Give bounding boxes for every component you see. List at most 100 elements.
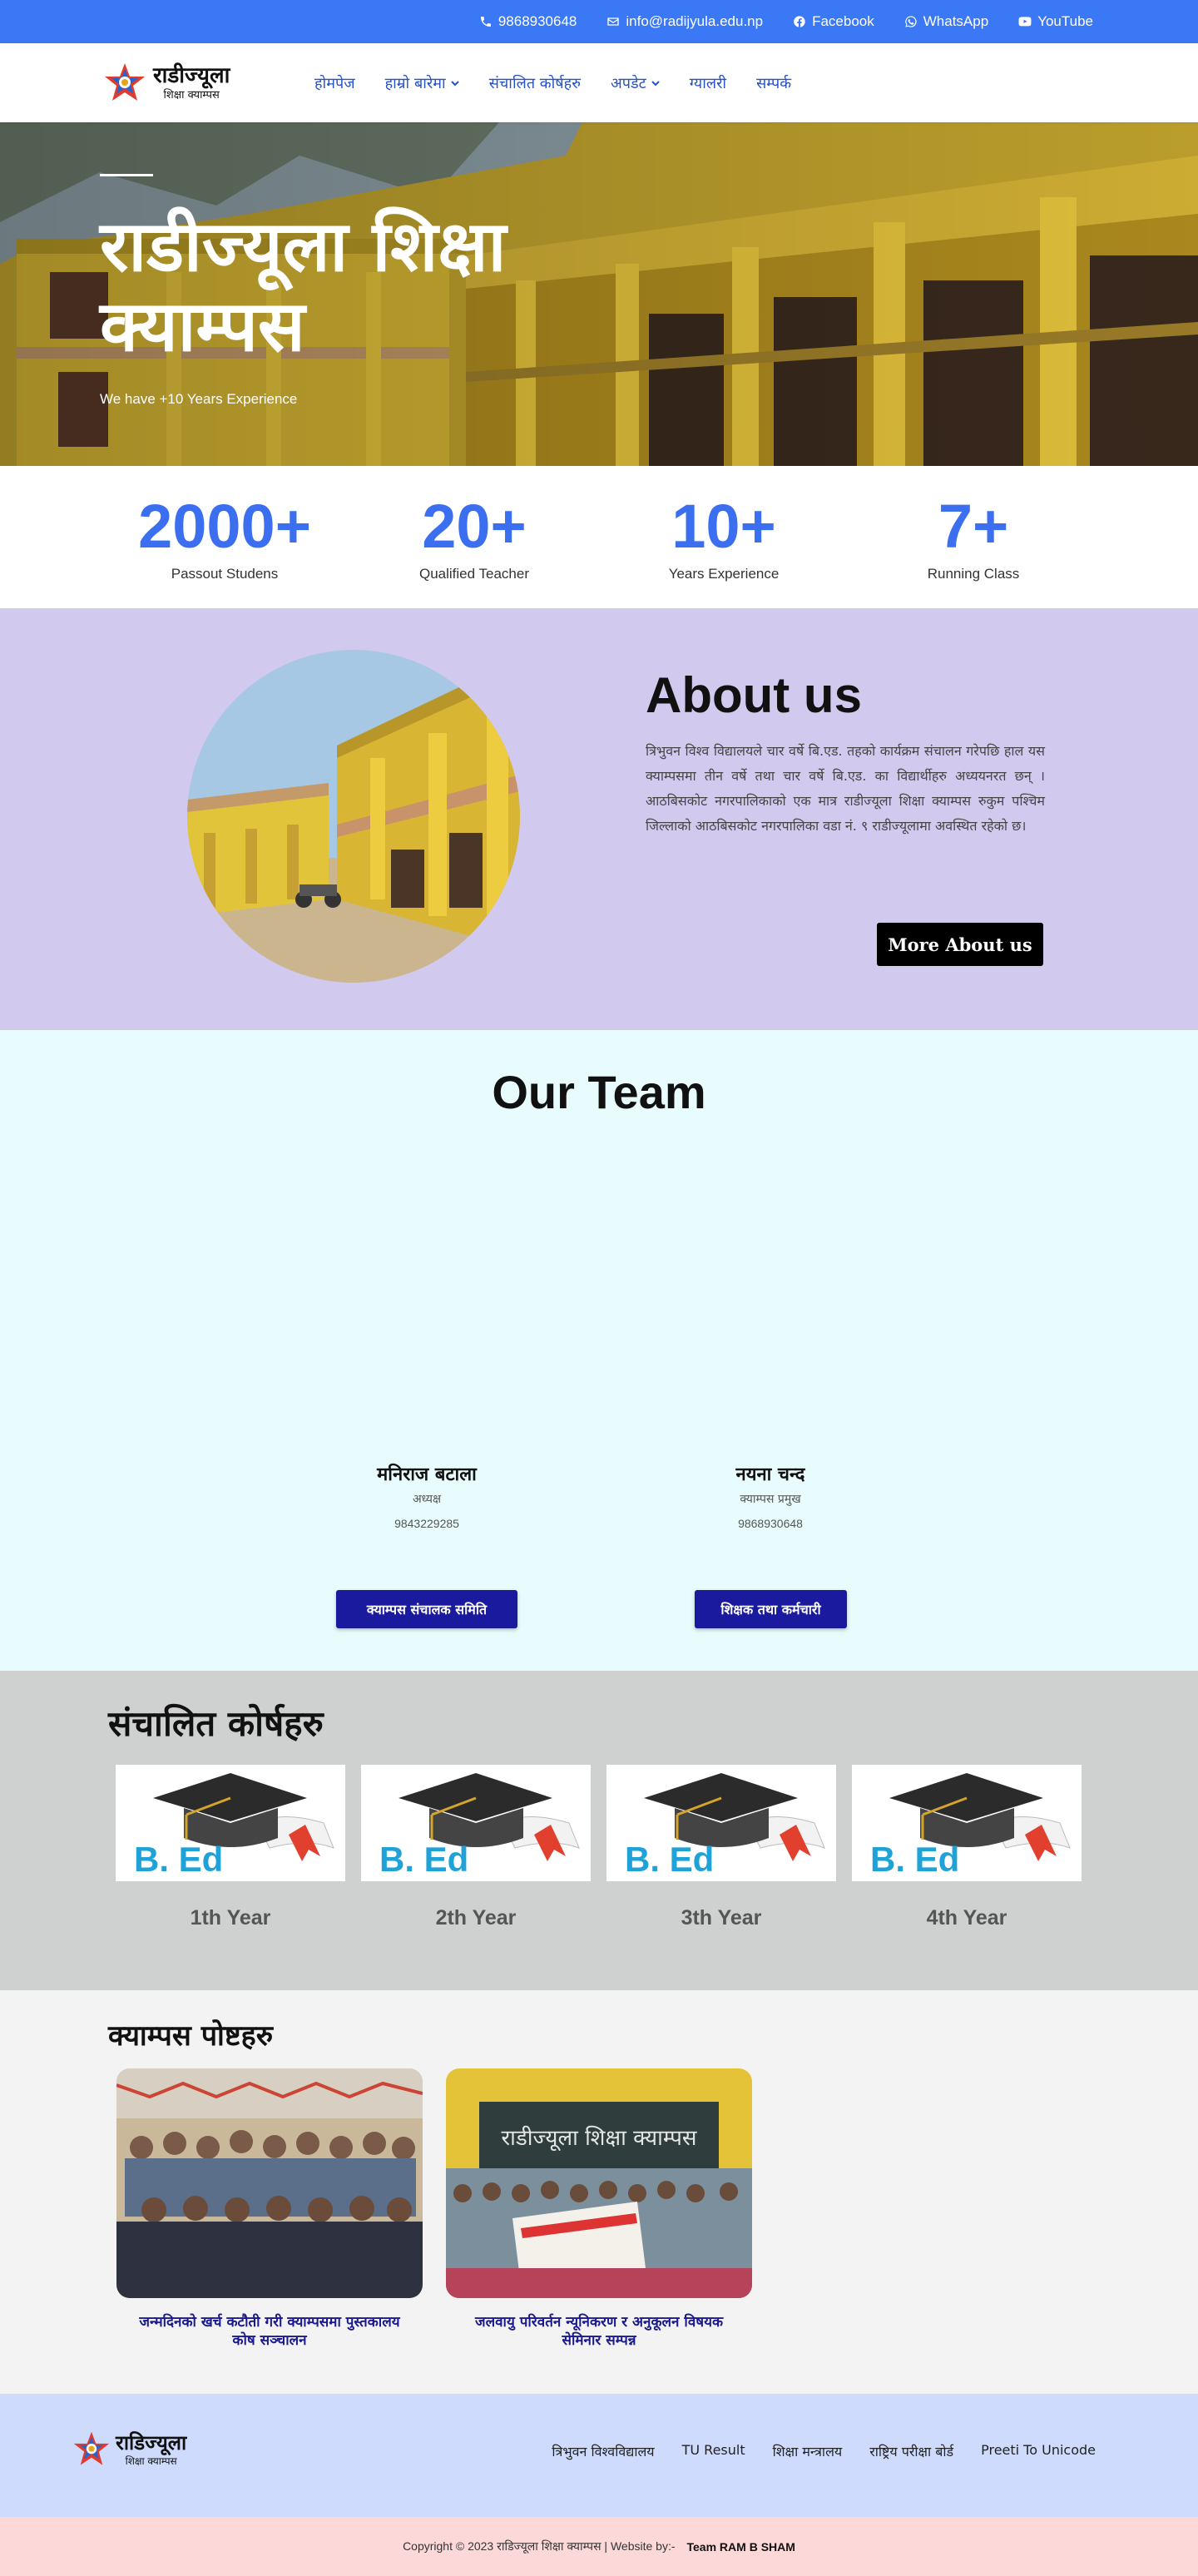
whatsapp-icon xyxy=(905,16,917,27)
course-label: 4th Year xyxy=(926,1906,1007,1930)
course-badge-text: B. Ed xyxy=(870,1840,959,1879)
main-menu: होमपेज हाम्रो बारेमा संचालित कोर्षहरु अप… xyxy=(314,73,791,93)
post-image-group-photo xyxy=(116,2068,423,2298)
course-label: 2th Year xyxy=(435,1906,517,1930)
phone-icon xyxy=(480,17,491,27)
team-member-card: नयना चन्द क्याम्पस प्रमुख 9868930648 xyxy=(646,1461,895,1530)
stats-section: 2000+ Passout Studens 20+ Qualified Teac… xyxy=(0,466,1198,608)
courses-heading: संचालित कोर्षहरु xyxy=(108,1703,324,1744)
bed-course-image: B. Ed xyxy=(116,1765,345,1881)
course-badge-text: B. Ed xyxy=(379,1840,468,1879)
posts-heading: क्याम्पस पोष्टहरु xyxy=(108,2019,274,2053)
footer-link-ministry[interactable]: शिक्षा मन्त्रालय xyxy=(773,2442,843,2460)
nav-item-gallery[interactable]: ग्यालरी xyxy=(690,73,726,93)
phone-link[interactable]: 9868930648 xyxy=(479,13,577,30)
nav-item-label: सम्पर्क xyxy=(756,74,792,92)
stat-classes: 7+ Running Class xyxy=(874,496,1073,582)
member-name: मनिराज बटाला xyxy=(377,1464,477,1485)
team-section: Our Team मनिराज बटाला अध्यक्ष 9843229285… xyxy=(0,1030,1198,1671)
logo-subtitle: शिक्षा क्याम्पस xyxy=(163,89,220,102)
mail-icon xyxy=(607,17,620,26)
stat-value: 10+ xyxy=(671,492,776,561)
footer-link-exam-board[interactable]: राष्ट्रिय परीक्षा बोर्ड xyxy=(869,2442,953,2460)
site-logo[interactable]: राडीज्यूला शिक्षा क्याम्पस xyxy=(103,62,314,105)
campus-emblem-icon xyxy=(105,62,145,101)
posts-section: क्याम्पस पोष्टहरु जन्मदिनको खर्च कटौती ग… xyxy=(0,1990,1198,2394)
nav-item-label: अपडेट xyxy=(611,74,646,92)
stat-teachers: 20+ Qualified Teacher xyxy=(374,496,574,582)
main-navbar: राडीज्यूला शिक्षा क्याम्पस होमपेज हाम्रो… xyxy=(0,43,1198,122)
post-title[interactable]: जलवायु परिवर्तन न्यूनिकरण र अनुकूलन विषय… xyxy=(446,2313,752,2350)
stat-value: 2000+ xyxy=(138,492,311,561)
stat-passout: 2000+ Passout Studens xyxy=(125,496,324,582)
youtube-link[interactable]: YouTube xyxy=(1018,13,1093,30)
course-badge-text: B. Ed xyxy=(625,1840,714,1879)
more-about-button[interactable]: More About us xyxy=(877,923,1043,966)
course-label: 1th Year xyxy=(190,1906,271,1930)
youtube-text: YouTube xyxy=(1037,13,1093,29)
facebook-link[interactable]: Facebook xyxy=(793,13,874,30)
stat-label: Running Class xyxy=(927,566,1020,582)
chevron-down-icon xyxy=(651,80,660,86)
footer-link-tu-result[interactable]: TU Result xyxy=(682,2442,745,2460)
team-member-card: मनिराज बटाला अध्यक्ष 9843229285 xyxy=(302,1461,552,1530)
course-card[interactable]: B. Ed 2th Year xyxy=(361,1765,591,1930)
about-paragraph: त्रिभुवन विश्व विद्यालयले चार वर्षे बि.ए… xyxy=(646,743,1045,834)
about-heading: About us xyxy=(646,667,862,723)
footer: राडिज्यूला शिक्षा क्याम्पस त्रिभुवन विश्… xyxy=(0,2394,1198,2517)
nav-item-contact[interactable]: सम्पर्क xyxy=(756,73,791,93)
footer-logo-subtitle: शिक्षा क्याम्पस xyxy=(125,2455,177,2467)
chevron-down-icon xyxy=(450,80,459,86)
nav-item-label: हाम्रो बारेमा xyxy=(384,74,446,92)
nav-item-updates[interactable]: अपडेट xyxy=(611,73,660,93)
stat-experience: 10+ Years Experience xyxy=(624,496,824,582)
stat-value: 7+ xyxy=(938,492,1009,561)
hero-accent-line xyxy=(100,174,153,176)
facebook-icon xyxy=(794,16,805,27)
member-role: अध्यक्ष xyxy=(412,1493,442,1506)
bed-course-image: B. Ed xyxy=(606,1765,836,1881)
email-text: info@radijyula.edu.np xyxy=(626,13,764,29)
footer-link-tu[interactable]: त्रिभुवन विश्वविद्यालय xyxy=(552,2442,654,2460)
footer-logo[interactable]: राडिज्यूला शिक्षा क्याम्पस xyxy=(72,2430,186,2469)
member-phone: 9868930648 xyxy=(738,1517,803,1530)
footer-link-preeti[interactable]: Preeti To Unicode xyxy=(981,2442,1096,2460)
hero-content: राडीज्यूला शिक्षा क्याम्पस We have +10 Y… xyxy=(100,174,632,408)
course-card[interactable]: B. Ed 3th Year xyxy=(606,1765,836,1930)
post-card[interactable]: जन्मदिनको खर्च कटौती गरी क्याम्पसमा पुस्… xyxy=(116,2068,423,2350)
post-card[interactable]: राडीज्यूला शिक्षा क्याम्पस जलवायु परिवर्… xyxy=(446,2068,752,2350)
member-name: नयना चन्द xyxy=(735,1464,805,1485)
developer-credit-link[interactable]: Team RAM B SHAM xyxy=(687,2540,795,2554)
email-link[interactable]: info@radijyula.edu.np xyxy=(606,13,763,30)
whatsapp-link[interactable]: WhatsApp xyxy=(904,13,988,30)
footer-logo-title: राडिज्यूला xyxy=(116,2431,187,2455)
about-section: About us त्रिभुवन विश्व विद्यालयले चार व… xyxy=(0,608,1198,1030)
phone-text: 9868930648 xyxy=(498,13,577,29)
hero-title: राडीज्यूला शिक्षा क्याम्पस xyxy=(100,206,507,367)
bed-course-image: B. Ed xyxy=(852,1765,1082,1881)
post-image-seminar-photo: राडीज्यूला शिक्षा क्याम्पस xyxy=(446,2068,752,2298)
course-card[interactable]: B. Ed 4th Year xyxy=(852,1765,1082,1930)
courses-section: संचालित कोर्षहरु B. Ed 1th Year B. Ed 2t… xyxy=(0,1671,1198,1990)
course-label: 3th Year xyxy=(681,1906,762,1930)
campus-sign-text: राडीज्यूला शिक्षा क्याम्पस xyxy=(501,2125,696,2152)
committee-button[interactable]: क्याम्पस संचालक समिति xyxy=(336,1590,517,1628)
nav-item-about[interactable]: हाम्रो बारेमा xyxy=(385,73,459,93)
stat-label: Qualified Teacher xyxy=(419,566,529,582)
team-heading: Our Team xyxy=(492,1066,706,1118)
hero-subtitle: We have +10 Years Experience xyxy=(100,391,298,407)
nav-item-label: ग्यालरी xyxy=(689,74,727,92)
stat-value: 20+ xyxy=(422,492,527,561)
stat-label: Years Experience xyxy=(668,566,780,582)
nav-item-home[interactable]: होमपेज xyxy=(314,73,355,93)
nav-item-courses[interactable]: संचालित कोर्षहरु xyxy=(489,73,581,93)
footer-links: त्रिभुवन विश्वविद्यालय TU Result शिक्षा … xyxy=(552,2442,1096,2460)
whatsapp-text: WhatsApp xyxy=(923,13,989,29)
course-card[interactable]: B. Ed 1th Year xyxy=(116,1765,345,1930)
staff-button[interactable]: शिक्षक तथा कर्मचारी xyxy=(695,1590,847,1628)
nav-item-label: होमपेज xyxy=(314,74,355,92)
top-contact-bar: 9868930648 info@radijyula.edu.np Faceboo… xyxy=(0,0,1198,43)
post-title[interactable]: जन्मदिनको खर्च कटौती गरी क्याम्पसमा पुस्… xyxy=(116,2313,423,2350)
copyright-text: Copyright © 2023 राडिज्यूला शिक्षा क्याम… xyxy=(403,2539,676,2553)
member-phone: 9843229285 xyxy=(394,1517,459,1530)
